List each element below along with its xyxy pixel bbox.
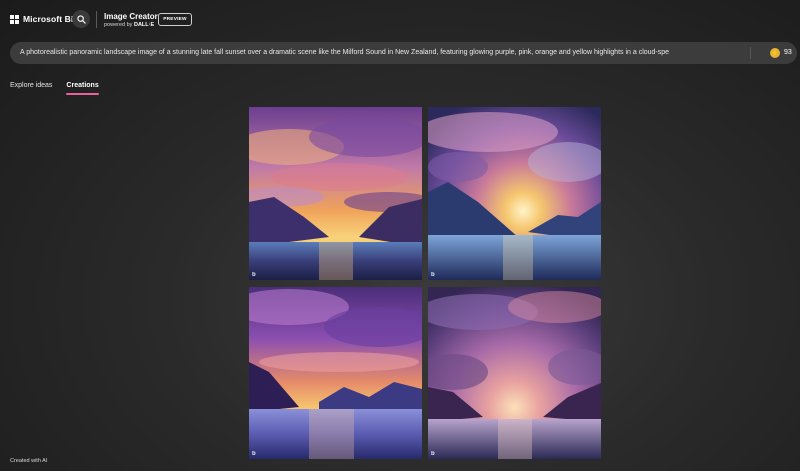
microsoft-logo-icon [10, 14, 19, 24]
boost-coin-icon: ⚡ [770, 48, 780, 58]
prompt-input[interactable]: A photorealistic panoramic landscape ima… [20, 42, 738, 64]
generated-image-4[interactable]: b [428, 287, 601, 459]
generated-image-1[interactable]: b [249, 107, 422, 280]
preview-badge: PREVIEW [158, 13, 192, 26]
sunset-image-4 [428, 287, 601, 459]
image-2-watermark: b [431, 272, 435, 278]
image-1-watermark: b [252, 272, 256, 278]
search-button[interactable] [72, 10, 90, 28]
generated-image-3[interactable]: b [249, 287, 422, 459]
image-4-watermark: b [431, 451, 435, 457]
search-icon [76, 14, 86, 24]
app-title-block: Image Creator powered by DALL·E [104, 12, 158, 30]
sunset-image-2 [428, 107, 601, 280]
powered-by: powered by DALL·E [104, 21, 158, 30]
header: Microsoft Bing Image Creator powered by … [0, 0, 800, 40]
sunset-image-1 [249, 107, 422, 280]
powered-by-name: DALL·E [133, 22, 155, 28]
sunset-image-3 [249, 287, 422, 459]
prompt-bar[interactable]: A photorealistic panoramic landscape ima… [10, 42, 797, 64]
image-3-watermark: b [252, 451, 256, 457]
generated-image-2[interactable]: b [428, 107, 601, 280]
tab-explore-ideas[interactable]: Explore ideas [10, 82, 52, 95]
created-with-ai-note: Created with AI [10, 458, 48, 464]
header-divider [96, 11, 97, 28]
prompt-divider [750, 47, 751, 59]
powered-by-prefix: powered by [104, 22, 133, 28]
tab-bar: Explore ideas Creations [10, 82, 100, 95]
app-title: Image Creator [104, 12, 158, 21]
tab-creations[interactable]: Creations [66, 82, 100, 95]
boost-count[interactable]: 93 [784, 42, 792, 64]
